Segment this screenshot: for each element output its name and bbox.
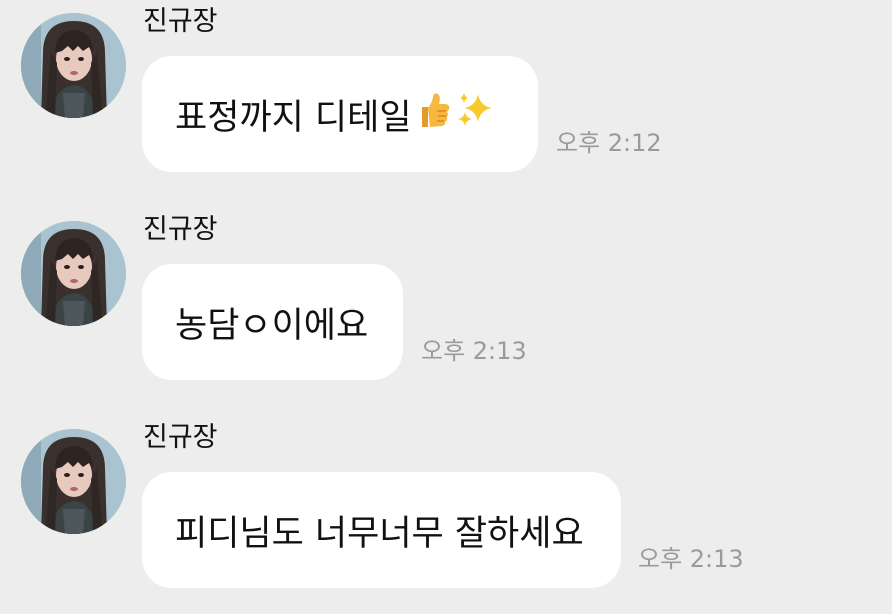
sender-name: 진규장: [143, 6, 218, 37]
emoji-group: [416, 90, 496, 139]
message-text: 표정까지 디테일: [175, 97, 412, 138]
timestamp: 오후 2:12: [556, 129, 662, 157]
thumbs-up-icon: [416, 91, 450, 138]
sender-name: 진규장: [143, 422, 218, 453]
message-bubble[interactable]: 피디님도 너무너무 잘하세요: [142, 472, 621, 588]
timestamp: 오후 2:13: [638, 545, 744, 573]
avatar[interactable]: [21, 429, 126, 534]
message-bubble[interactable]: 농담ㅇ이에요: [142, 264, 403, 380]
sparkles-icon: [456, 90, 496, 139]
message-text: 농담ㅇ이에요: [175, 305, 369, 346]
sender-name: 진규장: [143, 214, 218, 245]
avatar[interactable]: [21, 13, 126, 118]
avatar[interactable]: [21, 221, 126, 326]
timestamp: 오후 2:13: [421, 337, 527, 365]
message-bubble[interactable]: 표정까지 디테일: [142, 56, 538, 172]
message-text: 피디님도 너무너무 잘하세요: [175, 513, 584, 554]
chat-screen: { "messages": [ { "sender": "진규장", "text…: [0, 0, 892, 614]
